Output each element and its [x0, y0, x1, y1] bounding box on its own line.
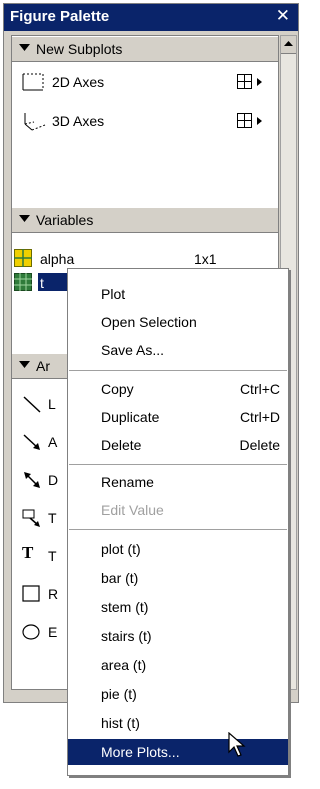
annotation-label: R [48, 586, 59, 602]
new-subplots-header[interactable]: New Subplots [12, 36, 278, 62]
menu-item-open-selection[interactable]: Open Selection [68, 309, 288, 335]
menu-item-stairs-t[interactable]: stairs (t) [68, 623, 288, 649]
3d-axes-label: 3D Axes [52, 113, 105, 129]
annotation-ellipse[interactable]: E [12, 616, 72, 650]
2d-axes-label: 2D Axes [52, 74, 105, 90]
text-arrow-icon [22, 509, 40, 527]
menu-item-area-t[interactable]: area (t) [68, 652, 288, 678]
new-subplots-label: New Subplots [36, 41, 123, 57]
variables-header[interactable]: Variables [12, 207, 278, 233]
close-icon[interactable]: ✕ [276, 6, 290, 26]
collapse-triangle-icon [19, 215, 30, 222]
menu-item-edit-value: Edit Value [101, 502, 164, 518]
collapse-triangle-icon [19, 361, 30, 368]
menu-item-duplicate[interactable]: Duplicate Ctrl+D [68, 404, 288, 430]
mouse-cursor-icon [228, 732, 246, 757]
2d-axes-icon [22, 73, 44, 91]
menu-item-pie-t[interactable]: pie (t) [68, 681, 288, 707]
shortcut-label: Ctrl+D [239, 409, 280, 425]
submenu-arrow-icon[interactable] [257, 117, 262, 125]
shortcut-label: Delete [239, 437, 280, 453]
annotation-label: L [48, 396, 56, 412]
menu-item-bar-t[interactable]: bar (t) [68, 565, 288, 591]
scroll-up-button[interactable] [281, 36, 296, 54]
annotations-label: Ar [36, 358, 50, 374]
collapse-triangle-icon [19, 44, 30, 51]
textbox-icon: T [22, 543, 34, 562]
annotation-label: D [48, 472, 59, 488]
window-title: Figure Palette [10, 8, 110, 25]
line-icon [23, 396, 41, 413]
variable-matrix-icon [14, 249, 32, 267]
menu-item-hist-t[interactable]: hist (t) [68, 710, 288, 736]
annotation-rectangle[interactable]: R [12, 578, 72, 612]
shortcut-label: Ctrl+C [239, 381, 280, 397]
variable-name: alpha [40, 251, 75, 267]
double-arrow-icon [24, 472, 40, 488]
context-menu: Plot Open Selection Save As... Copy Ctrl… [67, 268, 289, 776]
annotation-label: E [48, 624, 58, 640]
annotation-arrow[interactable]: A [12, 426, 72, 460]
menu-separator [69, 529, 287, 530]
annotation-textbox[interactable]: T T [12, 540, 72, 574]
annotation-label: A [48, 434, 58, 450]
submenu-arrow-icon[interactable] [257, 78, 262, 86]
annotation-line[interactable]: L [12, 388, 72, 422]
menu-item-delete[interactable]: Delete Delete [68, 432, 288, 458]
annotation-label: T [48, 510, 57, 526]
menu-item-plot[interactable]: Plot [68, 281, 288, 307]
3d-axes-icon [24, 113, 46, 131]
rectangle-icon [22, 585, 40, 602]
annotation-text-arrow[interactable]: T [12, 502, 72, 536]
ellipse-icon [22, 624, 40, 640]
chevron-up-icon [284, 41, 293, 46]
variables-label: Variables [36, 212, 94, 228]
annotation-double-arrow[interactable]: D [12, 464, 72, 498]
title-bar[interactable]: Figure Palette ✕ [4, 4, 298, 31]
variable-size: 1x1 [194, 251, 217, 267]
annotation-label: T [48, 548, 57, 564]
menu-item-copy[interactable]: Copy Ctrl+C [68, 376, 288, 402]
variable-matrix-icon [14, 273, 32, 291]
subplot-3d-axes[interactable]: 3D Axes [12, 108, 278, 136]
grid-layout-icon[interactable] [237, 74, 252, 89]
grid-layout-icon[interactable] [237, 113, 252, 128]
menu-item-save-as[interactable]: Save As... [68, 337, 288, 363]
menu-separator [69, 370, 287, 371]
menu-item-more-plots[interactable]: More Plots... [68, 739, 288, 765]
menu-item-plot-t[interactable]: plot (t) [68, 536, 288, 562]
menu-item-stem-t[interactable]: stem (t) [68, 594, 288, 620]
arrow-icon [23, 434, 40, 450]
variable-name: t [40, 275, 44, 291]
subplot-2d-axes[interactable]: 2D Axes [12, 69, 278, 97]
menu-separator [69, 464, 287, 465]
menu-item-rename[interactable]: Rename [68, 469, 288, 495]
variable-alpha[interactable]: alpha 1x1 [12, 246, 278, 270]
